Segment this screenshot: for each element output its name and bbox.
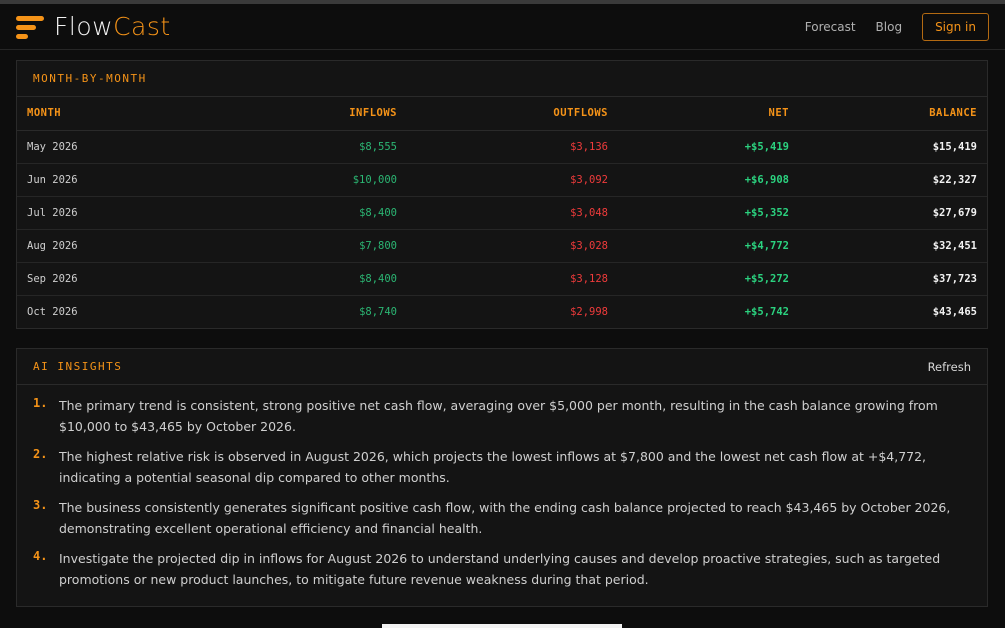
cell-outflows: $3,028 <box>407 229 618 263</box>
flowcast-logo-icon <box>16 14 44 40</box>
cell-outflows: $2,998 <box>570 305 608 318</box>
cell-balance: $22,327 <box>799 163 987 197</box>
insight-item: 2. The highest relative risk is observed … <box>33 446 973 488</box>
table-row: May 2026 $8,555 $3,136 +$5,419 $15,419 <box>17 130 987 164</box>
ai-insights-header: AI INSIGHTS Refresh <box>17 349 987 385</box>
insights-list: 1. The primary trend is consistent, stron… <box>17 385 987 590</box>
insight-item: 1. The primary trend is consistent, stron… <box>33 395 973 437</box>
col-outflows: OUTFLOWS <box>407 97 618 131</box>
table-row: Sep 2026 $8,400 $3,128 +$5,272 $37,723 <box>17 262 987 296</box>
insight-text: Investigate the projected dip in inflows… <box>59 551 941 587</box>
cell-month: Jun 2026 <box>17 163 167 197</box>
cell-month: Sep 2026 <box>17 262 167 296</box>
insight-item: 3. The business consistently generates si… <box>33 497 973 539</box>
cell-net: +$4,772 <box>618 229 799 263</box>
month-by-month-title: MONTH-BY-MONTH <box>33 72 147 85</box>
cell-net: +$5,742 <box>744 305 789 318</box>
cell-inflows: $8,740 <box>359 305 397 318</box>
brand-name-part1: Flow <box>54 12 114 41</box>
table-row: Jul 2026 $8,400 $3,048 +$5,352 $27,679 <box>17 196 987 230</box>
month-by-month-table: MONTH INFLOWS OUTFLOWS NET BALANCE May 2… <box>17 97 987 328</box>
cell-month: Aug 2026 <box>17 229 167 263</box>
ai-insights-title: AI INSIGHTS <box>33 360 123 373</box>
nav-blog-link[interactable]: Blog <box>876 20 903 34</box>
col-inflows: INFLOWS <box>167 97 407 131</box>
cell-balance: $43,465 <box>932 305 977 318</box>
insight-item: 4. Investigate the projected dip in inflo… <box>33 548 973 590</box>
cell-inflows: $8,400 <box>167 196 407 230</box>
brand-name: FlowCast <box>54 12 171 41</box>
insight-number: 3. <box>33 498 48 512</box>
cell-outflows: $3,048 <box>407 196 618 230</box>
brand[interactable]: FlowCast <box>16 12 171 41</box>
insight-number: 1. <box>33 396 48 410</box>
insight-text: The business consistently generates sign… <box>59 500 951 536</box>
table-row: Oct 2026 $8,740 $2,998 +$5,742 $43,465 <box>17 295 987 328</box>
nav-links: Forecast Blog Sign in <box>805 12 989 41</box>
cell-net: +$6,908 <box>618 163 799 197</box>
cell-month: May 2026 <box>17 130 167 164</box>
bottom-scroll-indicator <box>382 624 622 628</box>
table-header-row: MONTH INFLOWS OUTFLOWS NET BALANCE <box>17 97 987 131</box>
cell-balance: $27,679 <box>799 196 987 230</box>
refresh-button[interactable]: Refresh <box>928 360 971 374</box>
col-balance: BALANCE <box>799 97 987 131</box>
cell-month: Oct 2026 <box>27 305 78 318</box>
table-row: Jun 2026 $10,000 $3,092 +$6,908 $22,327 <box>17 163 987 197</box>
col-month: MONTH <box>17 97 167 131</box>
brand-name-part2: Cast <box>113 12 171 41</box>
table-row: Aug 2026 $7,800 $3,028 +$4,772 $32,451 <box>17 229 987 263</box>
insight-text: The highest relative risk is observed in… <box>59 449 927 485</box>
cell-inflows: $8,400 <box>167 262 407 296</box>
sign-in-button[interactable]: Sign in <box>922 12 989 41</box>
cell-inflows: $8,555 <box>167 130 407 164</box>
cell-balance: $15,419 <box>799 130 987 164</box>
insight-number: 4. <box>33 549 48 563</box>
top-navbar: FlowCast Forecast Blog Sign in <box>0 4 1005 50</box>
cell-balance: $37,723 <box>799 262 987 296</box>
nav-forecast-link[interactable]: Forecast <box>805 20 856 34</box>
col-net: NET <box>618 97 799 131</box>
insight-text: The primary trend is consistent, strong … <box>59 398 938 434</box>
month-by-month-panel: MONTH-BY-MONTH MONTH INFLOWS OUTFLOWS NE… <box>16 60 988 329</box>
month-by-month-header: MONTH-BY-MONTH <box>17 61 987 97</box>
cell-inflows: $7,800 <box>167 229 407 263</box>
ai-insights-panel: AI INSIGHTS Refresh 1. The primary trend … <box>16 348 988 607</box>
cell-net: +$5,272 <box>618 262 799 296</box>
insight-number: 2. <box>33 447 48 461</box>
cell-month: Jul 2026 <box>17 196 167 230</box>
cell-outflows: $3,128 <box>407 262 618 296</box>
cell-inflows: $10,000 <box>167 163 407 197</box>
cell-net: +$5,352 <box>618 196 799 230</box>
cell-outflows: $3,136 <box>407 130 618 164</box>
cell-net: +$5,419 <box>618 130 799 164</box>
cell-outflows: $3,092 <box>407 163 618 197</box>
cell-balance: $32,451 <box>799 229 987 263</box>
